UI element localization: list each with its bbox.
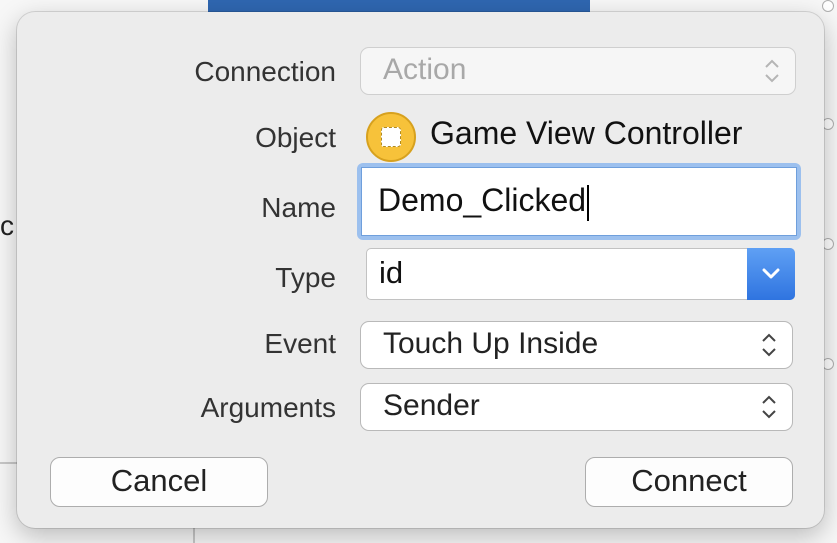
text-caret xyxy=(587,184,590,221)
background-partial-text: c xyxy=(0,210,14,241)
object-label: Object xyxy=(255,122,336,153)
updown-arrows-icon xyxy=(762,333,776,357)
cancel-button[interactable]: Cancel xyxy=(50,457,268,507)
background-handle xyxy=(822,0,834,12)
chevron-down-icon xyxy=(762,268,780,279)
connect-button[interactable]: Connect xyxy=(585,457,793,507)
name-text-field[interactable]: Demo_Clicked xyxy=(357,163,801,240)
arguments-value: Sender xyxy=(383,389,480,422)
connection-popup: Action xyxy=(360,47,796,95)
event-popup[interactable]: Touch Up Inside xyxy=(360,321,793,369)
editor-selection-bar xyxy=(208,0,590,12)
connection-label: Connection xyxy=(194,56,336,87)
connection-value: Action xyxy=(383,53,467,86)
type-value: id xyxy=(379,255,404,290)
updown-arrows-icon xyxy=(765,59,779,83)
type-label: Type xyxy=(275,262,336,293)
view-controller-icon xyxy=(366,112,416,162)
arguments-popup[interactable]: Sender xyxy=(360,383,793,431)
name-input-value: Demo_Clicked xyxy=(378,182,587,218)
event-value: Touch Up Inside xyxy=(383,327,599,360)
type-combo-box[interactable]: id xyxy=(366,248,795,300)
updown-arrows-icon xyxy=(762,395,776,419)
object-value: Game View Controller xyxy=(430,115,743,151)
arguments-label: Arguments xyxy=(200,392,336,423)
event-label: Event xyxy=(264,328,336,359)
name-label: Name xyxy=(261,192,336,223)
type-dropdown-button[interactable] xyxy=(747,248,795,300)
